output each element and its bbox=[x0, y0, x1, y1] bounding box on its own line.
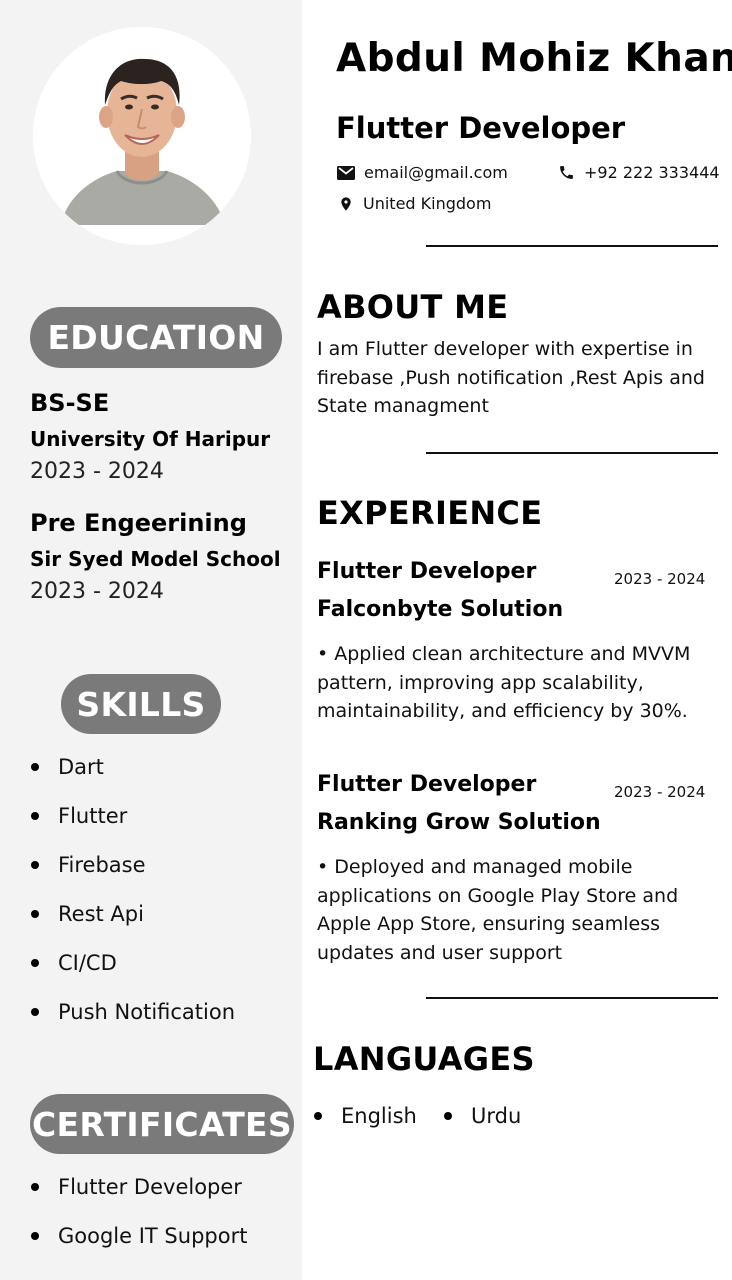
languages-heading: LANGUAGES bbox=[313, 1040, 535, 1078]
list-item: Push Notification bbox=[30, 998, 295, 1047]
job-years-1: 2023 - 2024 bbox=[614, 570, 706, 588]
education-school-2: Sir Syed Model School bbox=[30, 547, 281, 571]
profile-photo bbox=[33, 27, 251, 245]
list-item: Flutter Developer bbox=[30, 1173, 295, 1222]
education-school-1: University Of Haripur bbox=[30, 427, 271, 451]
divider bbox=[426, 245, 718, 247]
list-item: Google IT Support bbox=[30, 1222, 295, 1271]
phone-icon bbox=[560, 166, 573, 179]
education-degree-1: BS-SE bbox=[30, 389, 110, 417]
contact-phone[interactable]: +92 222 333444 bbox=[558, 163, 720, 182]
skills-list: Dart Flutter Firebase Rest Api CI/CD Pus… bbox=[30, 753, 295, 1047]
job-description-1: • Applied clean architecture and MVVM pa… bbox=[317, 643, 691, 722]
certificates-heading: CERTIFICATES bbox=[30, 1094, 294, 1154]
job-company-2: Ranking Grow Solution bbox=[317, 810, 601, 835]
profile-name: Abdul Mohiz Khan bbox=[336, 36, 732, 81]
job-years-2: 2023 - 2024 bbox=[614, 783, 706, 801]
education-degree-2: Pre Engeerining bbox=[30, 509, 247, 537]
about-text: I am Flutter developer with expertise in… bbox=[317, 338, 705, 417]
skills-heading: SKILLS bbox=[61, 674, 221, 734]
education-years-1: 2023 - 2024 bbox=[30, 459, 164, 484]
language-item-english: English bbox=[314, 1104, 417, 1128]
job-title-1: Flutter Developer bbox=[317, 559, 537, 584]
email-text: email@gmail.com bbox=[364, 163, 508, 182]
education-heading: EDUCATION bbox=[30, 307, 282, 368]
divider bbox=[426, 997, 718, 999]
job-company-1: Falconbyte Solution bbox=[317, 597, 564, 622]
list-item: Dart bbox=[30, 753, 295, 802]
about-heading: ABOUT ME bbox=[317, 288, 509, 326]
list-item: Rest Api bbox=[30, 900, 295, 949]
certificates-list: Flutter Developer Google IT Support bbox=[30, 1173, 295, 1271]
experience-heading: EXPERIENCE bbox=[317, 494, 543, 532]
list-item: Flutter bbox=[30, 802, 295, 851]
location-pin-icon bbox=[341, 196, 351, 211]
contact-email[interactable]: email@gmail.com bbox=[337, 163, 508, 182]
bullet-icon bbox=[444, 1112, 452, 1120]
divider bbox=[426, 452, 718, 454]
bullet-icon bbox=[314, 1112, 322, 1120]
profile-title: Flutter Developer bbox=[336, 111, 626, 145]
location-text: United Kingdom bbox=[363, 194, 492, 213]
education-years-2: 2023 - 2024 bbox=[30, 579, 164, 604]
list-item: Firebase bbox=[30, 851, 295, 900]
contact-location: United Kingdom bbox=[338, 194, 491, 213]
email-icon bbox=[337, 165, 355, 180]
avatar bbox=[33, 27, 251, 245]
phone-text: +92 222 333444 bbox=[584, 163, 720, 182]
language-label: English bbox=[341, 1104, 417, 1128]
language-item-urdu: Urdu bbox=[444, 1104, 521, 1128]
list-item: CI/CD bbox=[30, 949, 295, 998]
job-title-2: Flutter Developer bbox=[317, 772, 537, 797]
language-label: Urdu bbox=[471, 1104, 522, 1128]
job-description-2: • Deployed and managed mobile applicatio… bbox=[317, 856, 679, 964]
